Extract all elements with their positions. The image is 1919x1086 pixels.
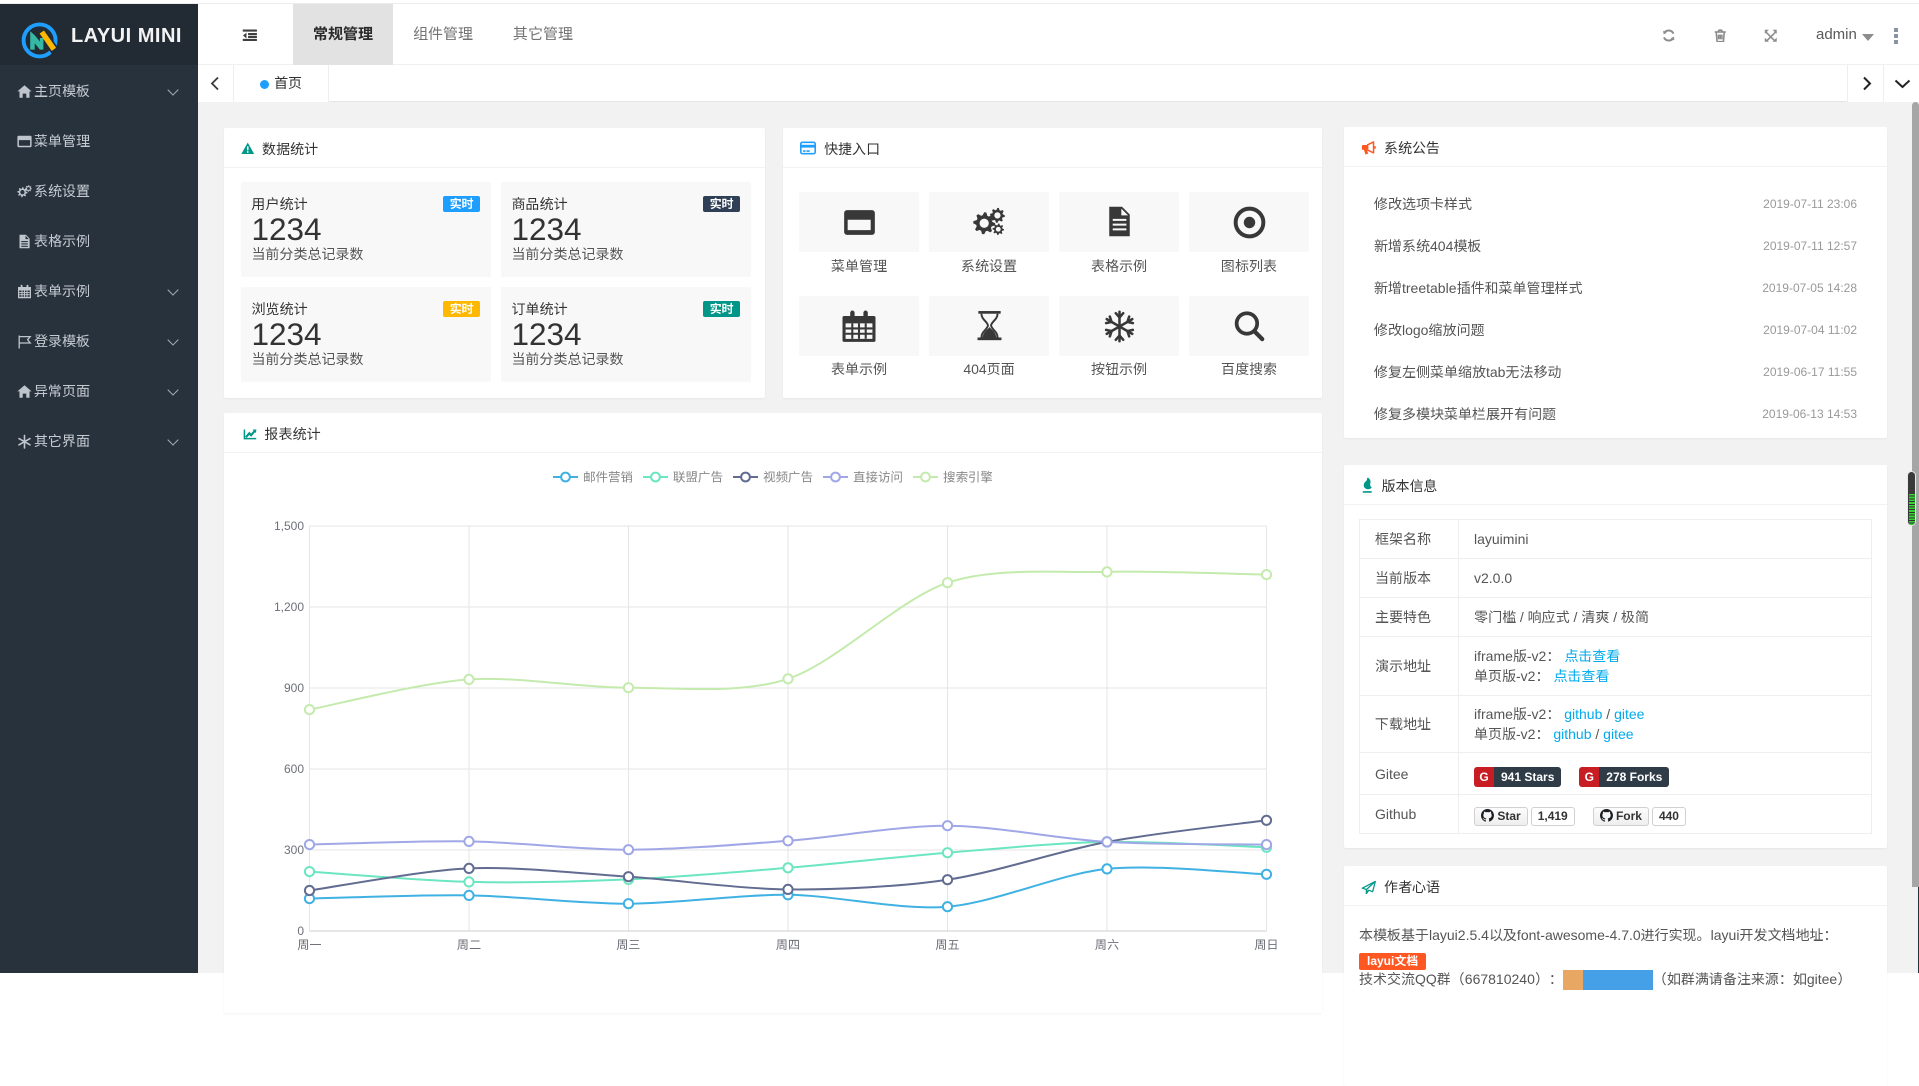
svg-text:600: 600	[283, 762, 303, 776]
svg-text:300: 300	[283, 843, 303, 857]
svg-text:周日: 周日	[1254, 938, 1278, 952]
svg-text:900: 900	[283, 681, 303, 695]
svg-text:视频广告: 视频广告	[762, 471, 813, 485]
svg-text:周二: 周二	[456, 938, 480, 952]
svg-text:0: 0	[297, 924, 304, 938]
svg-text:直接访问: 直接访问	[853, 471, 903, 485]
svg-text:周四: 周四	[775, 938, 799, 952]
svg-text:搜索引擎: 搜索引擎	[943, 470, 993, 485]
svg-text:周六: 周六	[1094, 938, 1118, 952]
svg-text:邮件营销: 邮件营销	[583, 470, 633, 485]
svg-text:周三: 周三	[616, 938, 640, 952]
svg-text:周一: 周一	[297, 938, 321, 952]
svg-text:1,500: 1,500	[273, 519, 303, 533]
svg-text:1,200: 1,200	[273, 600, 303, 614]
svg-text:联盟广告: 联盟广告	[673, 471, 723, 485]
svg-text:周五: 周五	[935, 938, 959, 952]
